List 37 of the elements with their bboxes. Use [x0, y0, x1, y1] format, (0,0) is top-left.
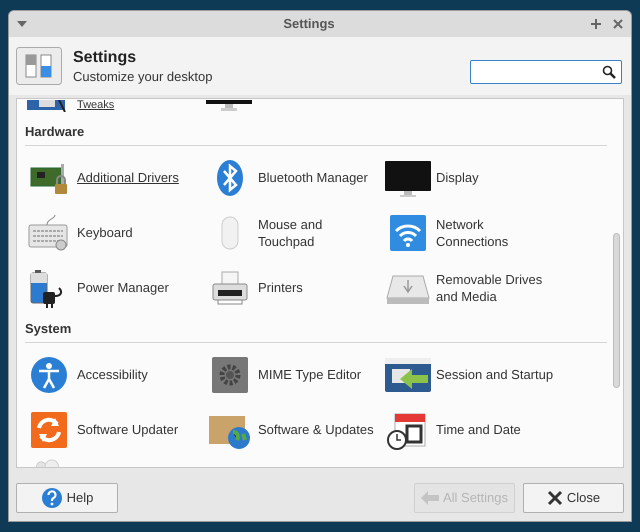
settings-item[interactable]: Network Connections: [436, 216, 557, 250]
settings-item[interactable]: Tweaks: [77, 99, 114, 112]
settings-item[interactable]: Additional Drivers: [77, 160, 179, 195]
settings-item[interactable]: Time and Date: [436, 412, 521, 447]
close-button[interactable]: Close: [523, 483, 624, 513]
settings-item[interactable]: Accessibility: [77, 358, 148, 392]
close-icon: [546, 490, 563, 506]
section-heading: Hardware: [25, 124, 84, 140]
settings-item[interactable]: Mouse and Touchpad: [258, 216, 379, 250]
settings-item[interactable]: MIME Type Editor: [258, 358, 362, 392]
menu-caret-icon[interactable]: [17, 21, 27, 27]
refresh-icon: [29, 410, 69, 450]
search-icon[interactable]: [602, 65, 616, 79]
back-arrow-icon: [420, 491, 439, 505]
wifi-icon: [388, 212, 428, 253]
close-icon[interactable]: [613, 19, 623, 29]
settings-item[interactable]: Keyboard: [77, 216, 133, 250]
settings-item[interactable]: Removable Drives and Media: [436, 270, 557, 305]
help-button[interactable]: Help: [16, 483, 118, 513]
settings-item[interactable]: Printers: [258, 270, 303, 305]
help-icon: [40, 487, 63, 509]
gear-icon: [210, 354, 250, 395]
settings-item[interactable]: Software & Updates: [258, 412, 374, 447]
settings-item[interactable]: Session and Startup: [436, 358, 554, 392]
settings-item[interactable]: Display: [436, 160, 479, 195]
maximize-icon[interactable]: [591, 19, 601, 29]
settings-item[interactable]: Bluetooth Manager: [258, 160, 368, 195]
window-title: Settings: [282, 15, 336, 34]
settings-item[interactable]: Software Updater: [77, 412, 178, 447]
toggle-switches-icon: [16, 47, 62, 85]
scrollbar-thumb[interactable]: [613, 233, 620, 388]
search-field[interactable]: [470, 60, 622, 84]
person-icon: [29, 354, 69, 395]
settings-item[interactable]: Power Manager: [77, 270, 169, 305]
header-subtitle: Customize your desktop: [73, 68, 214, 84]
header-title: Settings: [73, 48, 138, 68]
section-heading: System: [25, 321, 72, 336]
